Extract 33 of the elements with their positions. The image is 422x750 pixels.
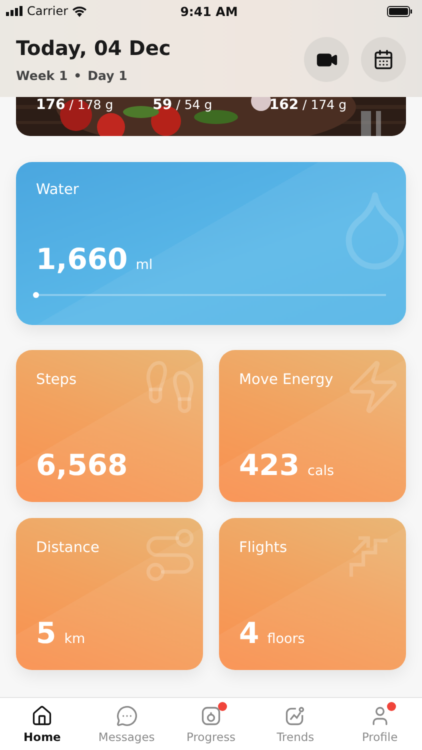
tab-item[interactable]: Profile xyxy=(338,698,422,750)
stat-label: Move Energy xyxy=(239,372,334,388)
water-value: 1,660 xyxy=(36,242,128,276)
tab-item[interactable]: Trends xyxy=(253,698,338,750)
stat-value: 423 xyxy=(239,448,300,482)
water-label: Water xyxy=(36,182,80,198)
stat-label: Steps xyxy=(36,372,78,388)
stat-value: 6,568 xyxy=(36,448,128,482)
tab-item[interactable]: Progress xyxy=(168,698,254,750)
water-card[interactable]: Water 1,660 ml xyxy=(16,162,406,325)
date-title: Today, 04 Dec xyxy=(16,36,172,60)
stat-label: Flights xyxy=(239,540,288,556)
stat-unit: km xyxy=(64,631,86,647)
stat-value: 5 xyxy=(36,616,56,650)
carrier-name: Carrier xyxy=(27,4,68,18)
stat-card[interactable]: Distance 5 km xyxy=(16,518,203,670)
stat-card[interactable]: Move Energy 423 cals xyxy=(219,350,406,502)
tab-item[interactable]: Home xyxy=(0,698,84,750)
stat-unit: floors xyxy=(267,631,305,647)
macro-amount: 59 / 54 g xyxy=(152,97,214,113)
separator-dot: • xyxy=(74,68,82,83)
stat-label: Distance xyxy=(36,540,100,556)
week-label: Week 1 xyxy=(16,68,68,83)
stat-value: 4 xyxy=(239,616,260,650)
stat-card[interactable]: Steps 6,568 xyxy=(16,350,203,502)
day-label: Day 1 xyxy=(88,68,128,83)
water-unit: ml xyxy=(136,257,153,273)
macro-amount: 176 / 178 g xyxy=(36,97,114,113)
macro-amount: 162 / 174 g xyxy=(269,97,348,113)
stat-unit: cals xyxy=(308,463,334,479)
stat-card[interactable]: Flights 4 floors xyxy=(219,518,406,670)
status-time: 9:41 AM xyxy=(179,4,239,18)
tab-item[interactable]: Messages xyxy=(84,698,169,750)
